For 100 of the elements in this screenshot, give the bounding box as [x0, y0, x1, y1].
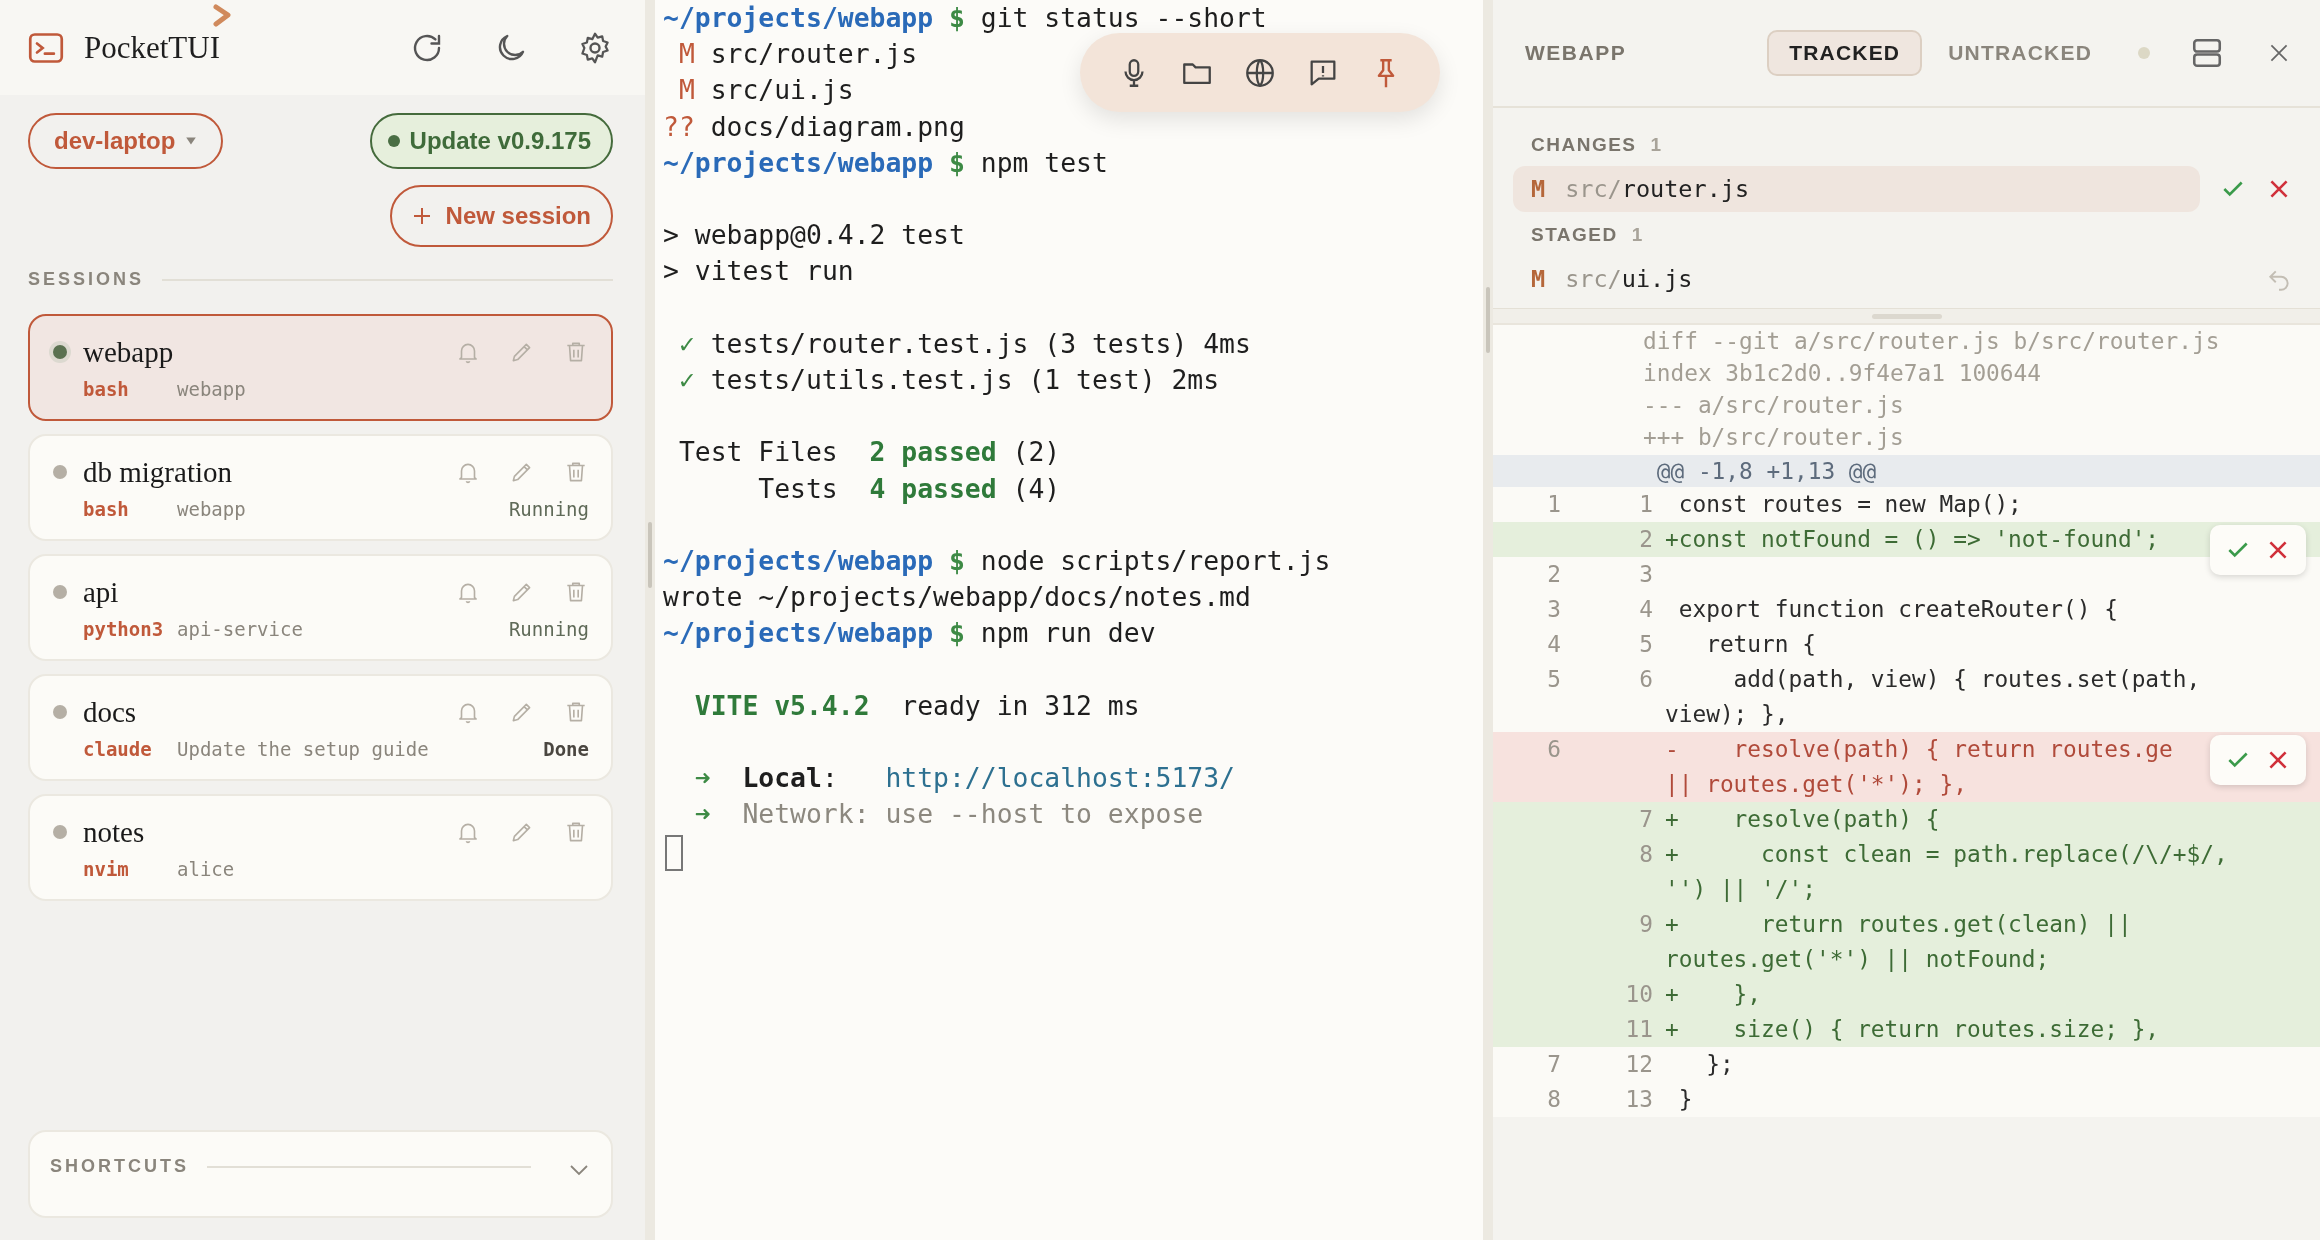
- section-heading: STAGED: [1531, 224, 1618, 246]
- session-name: docs: [83, 695, 137, 729]
- line-number: 1: [1547, 491, 1561, 517]
- file-row[interactable]: M src/ui.js: [1513, 256, 2200, 302]
- terminal-line: Tests 4 passed (4): [757, 471, 1061, 506]
- session-detail: alice: [177, 858, 235, 880]
- terminal-line: ~/projects/webapp $ git status --short: [663, 1, 1267, 35]
- code-line: + return routes.get(clean) || routes.get('*') || notFound;: [1665, 911, 2132, 972]
- terminal-line: ✓ tests/utils.test.js (1 test) 2ms: [677, 363, 1220, 397]
- terminal-line: M src/ui.js: [677, 73, 854, 108]
- session-shell: nvim: [83, 858, 130, 880]
- file-path: src/router.js: [1565, 175, 1750, 203]
- tab[interactable]: TRACKED: [1767, 30, 1923, 76]
- session-status: Done: [543, 738, 589, 760]
- diff-header-line: diff --git a/src/router.js b/src/router.js: [1642, 327, 2221, 356]
- session-shell: python3: [83, 618, 165, 640]
- terminal-line: ✓ tests/router.test.js (3 tests) 4ms: [677, 326, 1251, 361]
- terminal-line: ~/projects/webapp $ node scripts/report.js: [663, 544, 1331, 578]
- code-line: + resolve(path) {: [1665, 806, 1940, 832]
- host-dropdown[interactable]: dev-laptop: [28, 113, 224, 169]
- line-number: 7: [1639, 806, 1653, 832]
- line-number: 11: [1625, 1016, 1653, 1042]
- plus-icon: [411, 206, 432, 226]
- code-line: + const clean = path.replace(/\/+$/, '') || '/';: [1665, 841, 2228, 902]
- resize-handle[interactable]: [1871, 313, 1942, 319]
- file-status: M: [1531, 265, 1546, 293]
- session-name: api: [83, 575, 119, 609]
- diff-header-line: --- a/src/router.js: [1642, 391, 1905, 420]
- split-layout-icon[interactable]: [2190, 36, 2224, 70]
- code-line: - resolve(path) { return routes.ge || routes.get('*'); },: [1665, 736, 2173, 797]
- line-number: 3: [1547, 596, 1561, 622]
- diff-header-line: +++ b/src/router.js: [1642, 423, 1905, 452]
- code-line: const routes = new Map();: [1677, 491, 2022, 517]
- terminal-line: VITE v5.4.2 ready in 312 ms: [693, 688, 1140, 723]
- file-path: src/ui.js: [1565, 265, 1693, 293]
- terminal-line: > webapp@0.4.2 test: [663, 218, 965, 253]
- terminal-line: ➜ Network: use --host to expose: [693, 797, 1204, 832]
- line-number: 6: [1547, 736, 1561, 762]
- session-card[interactable]: webapp bash webapp: [28, 314, 613, 421]
- new-session-button[interactable]: New session: [389, 185, 613, 247]
- status-dot: [53, 585, 67, 599]
- session-name: db migration: [83, 455, 232, 489]
- status-dot: [53, 825, 67, 839]
- session-card[interactable]: api python3 api-service Running: [28, 554, 613, 661]
- code-line: + },: [1665, 981, 1762, 1007]
- code-line: }: [1677, 1086, 1693, 1112]
- section-count: 1: [1650, 134, 1663, 156]
- update-button[interactable]: Update v0.9.175: [369, 113, 613, 169]
- session-shell: claude: [83, 738, 153, 760]
- session-name: notes: [83, 815, 145, 849]
- session-card[interactable]: docs claude Update the setup guide Done: [28, 674, 613, 781]
- line-number: 4: [1547, 631, 1561, 657]
- code-line: +const notFound = () => 'not-found';: [1665, 526, 2160, 552]
- line-number: 1: [1639, 491, 1653, 517]
- resize-handle[interactable]: [1486, 287, 1490, 353]
- chevron-icon: [212, 4, 232, 28]
- terminal-line: ?? docs/diagram.png: [663, 109, 965, 144]
- session-status: Running: [508, 498, 589, 520]
- sessions-heading: SESSIONS: [28, 269, 145, 290]
- diff-header-line: index 3b1c2d0..9f4e7a1 100644: [1642, 359, 2043, 388]
- status-dot: [53, 705, 67, 719]
- status-dot: [2138, 47, 2150, 59]
- shortcuts-panel[interactable]: SHORTCUTS: [28, 1130, 613, 1218]
- session-detail: api-service: [177, 618, 303, 640]
- session-detail: webapp: [177, 378, 246, 400]
- file-row[interactable]: M src/router.js: [1513, 166, 2200, 212]
- status-dot: [53, 345, 67, 359]
- session-detail: Update the setup guide: [177, 738, 429, 760]
- resize-handle[interactable]: [648, 522, 652, 588]
- terminal-line: ~/projects/webapp $ npm run dev: [663, 616, 1156, 651]
- terminal-line: > vitest run: [663, 254, 854, 289]
- session-card[interactable]: notes nvim alice: [28, 794, 613, 901]
- terminal-line: Test Files 2 passed (2): [677, 435, 1061, 470]
- session-shell: bash: [83, 498, 130, 520]
- terminal-line: ~/projects/webapp $ npm test: [663, 145, 1108, 180]
- code-line: };: [1705, 1051, 1734, 1077]
- line-number: 6: [1639, 666, 1653, 692]
- shortcuts-heading: SHORTCUTS: [50, 1156, 189, 1177]
- line-number: 7: [1547, 1051, 1561, 1077]
- line-number: 13: [1625, 1086, 1653, 1112]
- line-number: 2: [1639, 526, 1653, 552]
- line-number: 5: [1639, 631, 1653, 657]
- section-heading: CHANGES: [1531, 134, 1637, 156]
- section-count: 1: [1631, 224, 1644, 246]
- hunk-header: @@ -1,8 +1,13 @@: [1655, 458, 1877, 484]
- line-number: 5: [1547, 666, 1561, 692]
- session-card[interactable]: db migration bash webapp Running: [28, 434, 613, 541]
- code-line: + size() { return routes.size; },: [1665, 1016, 2160, 1042]
- terminal-line: ➜ Local: http://localhost:5173/: [693, 761, 1235, 796]
- code-line: add(path, view) { routes.set(path, view); },: [1665, 666, 2201, 727]
- app-title: PocketTUI: [84, 29, 221, 66]
- line-number: 3: [1639, 561, 1653, 587]
- session-name: webapp: [83, 335, 174, 369]
- line-number: 8: [1639, 841, 1653, 867]
- chevron-icon[interactable]: [569, 1164, 589, 1176]
- line-number: 12: [1625, 1051, 1653, 1077]
- line-number: 4: [1639, 596, 1653, 622]
- file-status: M: [1531, 175, 1546, 203]
- line-number: 2: [1547, 561, 1561, 587]
- terminal-line: M src/router.js: [677, 37, 918, 72]
